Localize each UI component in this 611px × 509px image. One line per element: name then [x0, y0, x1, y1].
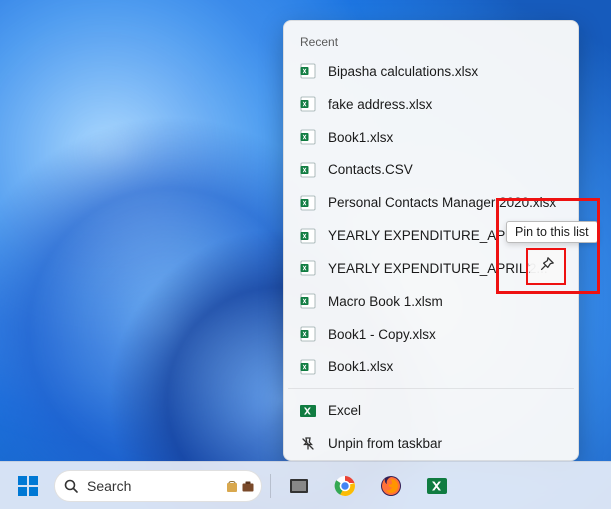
recent-file-item[interactable]: Personal Contacts Manager 2020.xlsx: [284, 186, 578, 219]
excel-file-icon: [300, 326, 316, 342]
excel-file-icon: [300, 359, 316, 375]
file-label: Contacts.CSV: [328, 162, 413, 177]
chrome-icon: [333, 474, 357, 498]
shopping-bag-icon: [225, 479, 239, 493]
file-label: Book1.xlsx: [328, 359, 393, 374]
section-header-recent: Recent: [284, 29, 578, 55]
excel-file-icon: [300, 162, 316, 178]
separator: [288, 388, 574, 389]
pin-tooltip: Pin to this list: [506, 221, 598, 243]
recent-file-item[interactable]: Contacts.CSV: [284, 153, 578, 186]
recent-file-item[interactable]: Book1.xlsx: [284, 121, 578, 154]
pin-icon: [539, 256, 555, 277]
taskbar: Search: [0, 461, 611, 509]
windows-logo-icon: [16, 474, 40, 498]
unpin-from-taskbar-item[interactable]: Unpin from taskbar: [284, 427, 578, 460]
excel-file-icon: [300, 228, 316, 244]
recent-file-item[interactable]: Bipasha calculations.xlsx: [284, 55, 578, 88]
excel-app-icon: [300, 403, 316, 419]
task-view-button[interactable]: [279, 466, 319, 506]
excel-file-icon: [300, 195, 316, 211]
excel-taskbar-button[interactable]: [417, 466, 457, 506]
recent-file-item[interactable]: Book1 - Copy.xlsx: [284, 318, 578, 351]
briefcase-icon: [241, 479, 255, 493]
excel-file-icon: [300, 96, 316, 112]
file-label: Book1.xlsx: [328, 130, 393, 145]
search-icon: [63, 478, 79, 494]
file-label: Macro Book 1.xlsm: [328, 294, 443, 309]
file-label: fake address.xlsx: [328, 97, 432, 112]
excel-file-icon: [300, 260, 316, 276]
file-label: Book1 - Copy.xlsx: [328, 327, 436, 342]
file-label: Personal Contacts Manager 2020.xlsx: [328, 195, 556, 210]
app-label: Excel: [328, 403, 361, 418]
firefox-taskbar-button[interactable]: [371, 466, 411, 506]
recent-file-item[interactable]: fake address.xlsx: [284, 88, 578, 121]
excel-file-icon: [300, 293, 316, 309]
firefox-icon: [379, 474, 403, 498]
chrome-taskbar-button[interactable]: [325, 466, 365, 506]
app-launch-item[interactable]: Excel: [284, 394, 578, 427]
excel-app-icon: [425, 474, 449, 498]
unpin-icon: [300, 436, 316, 452]
excel-file-icon: [300, 63, 316, 79]
excel-file-icon: [300, 129, 316, 145]
unpin-label: Unpin from taskbar: [328, 436, 442, 451]
recent-file-item[interactable]: Book1.xlsx: [284, 350, 578, 383]
start-button[interactable]: [8, 466, 48, 506]
pin-to-list-button[interactable]: [530, 250, 564, 283]
file-label: Bipasha calculations.xlsx: [328, 64, 478, 79]
task-view-icon: [287, 474, 311, 498]
search-highlight-icons: [225, 479, 255, 493]
file-label: YEARLY EXPENDITURE_APRIL'2...: [328, 261, 548, 276]
taskbar-separator: [270, 474, 271, 498]
taskbar-search[interactable]: Search: [54, 470, 262, 502]
recent-file-item[interactable]: Macro Book 1.xlsm: [284, 285, 578, 318]
search-placeholder: Search: [87, 478, 131, 494]
